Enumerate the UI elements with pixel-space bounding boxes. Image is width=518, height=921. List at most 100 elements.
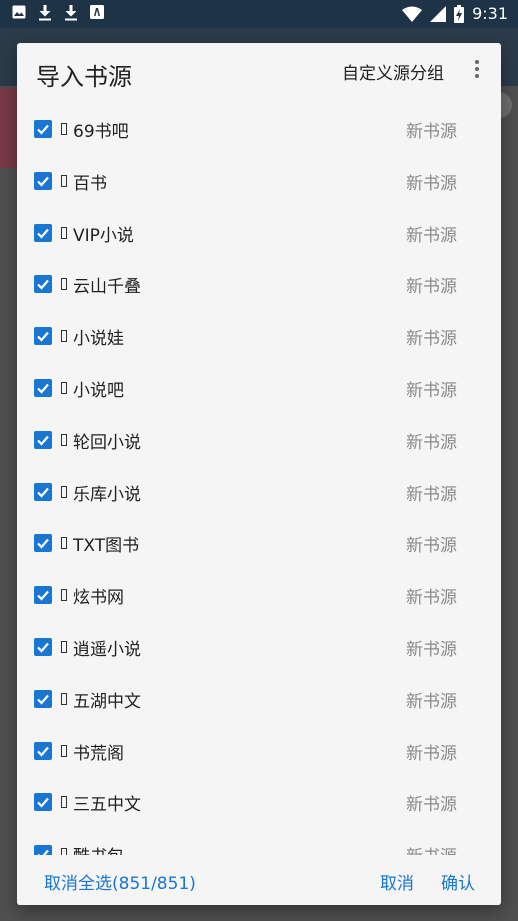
checkbox[interactable] (34, 275, 52, 294)
source-group: 新书源 (406, 743, 457, 764)
source-group: 新书源 (406, 588, 457, 609)
check-icon (37, 280, 49, 291)
missing-glyph-icon (61, 744, 67, 757)
dialog-footer: 取消全选(851/851) 取消 确认 (17, 855, 501, 905)
status-bar-left (12, 5, 104, 21)
checkbox[interactable] (34, 120, 52, 138)
source-group: 新书源 (406, 536, 457, 557)
checkbox[interactable] (34, 638, 52, 656)
source-name: 五湖中文 (73, 691, 141, 712)
list-item[interactable]: 炫书网 新书源 (17, 569, 501, 621)
dialog-header: 导入书源 自定义源分组 (17, 43, 501, 105)
check-icon (37, 642, 49, 653)
source-name: 云山千叠 (73, 277, 141, 298)
check-icon (37, 849, 49, 855)
list-item[interactable]: TXT图书 新书源 (17, 517, 501, 569)
list-item[interactable]: VIP小说 新书源 (17, 207, 501, 259)
missing-glyph-icon (61, 641, 67, 653)
source-group: 新书源 (406, 173, 457, 194)
source-group: 新书源 (406, 842, 457, 855)
list-item[interactable]: 小说吧 新书源 (17, 362, 501, 414)
checkbox[interactable] (34, 223, 52, 242)
check-icon (37, 590, 49, 601)
status-bar-right: 9:31 (402, 4, 508, 23)
more-vert-icon[interactable] (469, 57, 485, 81)
missing-glyph-icon (61, 226, 67, 239)
status-bar: 9:31 (0, 0, 518, 28)
source-name: 乐库小说 (73, 484, 141, 505)
check-icon (37, 539, 49, 550)
background-book-cover (0, 88, 18, 168)
missing-glyph-icon (61, 589, 67, 602)
source-group: 新书源 (406, 381, 457, 401)
signal-icon (430, 5, 447, 22)
source-group: 新书源 (406, 691, 457, 712)
source-name: 三五中文 (73, 795, 141, 816)
checkbox[interactable] (34, 482, 52, 501)
check-icon (37, 746, 49, 757)
confirm-button[interactable]: 确认 (441, 869, 475, 894)
wifi-icon (402, 6, 423, 22)
source-name: 69书吧 (73, 122, 129, 142)
missing-glyph-icon (61, 537, 67, 550)
battery-charging-icon (454, 4, 465, 23)
list-item[interactable]: 三五中文 新书源 (17, 776, 501, 828)
missing-glyph-icon (61, 796, 67, 809)
list-item[interactable]: 69书吧 新书源 (17, 103, 501, 155)
source-name: 百书 (73, 173, 107, 194)
check-icon (37, 798, 49, 809)
source-name: 轮回小说 (73, 432, 141, 453)
checkbox[interactable] (34, 379, 52, 397)
list-item[interactable]: 逍遥小说 新书源 (17, 621, 501, 673)
download-icon (64, 5, 78, 21)
missing-glyph-icon (61, 278, 67, 291)
list-item[interactable]: 小说娃 新书源 (17, 310, 501, 362)
source-name: 炫书网 (73, 588, 124, 609)
checkbox[interactable] (34, 793, 52, 812)
check-icon (37, 331, 49, 342)
source-name: VIP小说 (73, 225, 134, 246)
cancel-button[interactable]: 取消 (380, 869, 414, 894)
source-name: TXT图书 (73, 536, 140, 557)
checkbox[interactable] (34, 689, 52, 708)
checkbox[interactable] (34, 430, 52, 449)
source-group: 新书源 (406, 484, 457, 505)
checkbox[interactable] (34, 327, 52, 346)
source-name: 逍遥小说 (73, 640, 141, 660)
check-icon (37, 176, 49, 187)
image-icon (12, 5, 26, 21)
missing-glyph-icon (61, 174, 67, 187)
list-item[interactable]: 酷书包 新书源 (17, 828, 501, 855)
source-list[interactable]: 69书吧 新书源 百书 新书源 VIP小说 新书源 云山千叠 新书源 小说娃 新书源 小说吧 新书源轮… (17, 103, 501, 855)
custom-group-button[interactable]: 自定义源分组 (342, 59, 444, 84)
checkbox[interactable] (34, 171, 52, 190)
list-item[interactable]: 轮回小说 新书源 (17, 414, 501, 466)
check-icon (37, 124, 49, 135)
a-box-icon (90, 5, 104, 21)
download-icon (38, 5, 52, 21)
list-item[interactable]: 云山千叠 新书源 (17, 258, 501, 310)
list-item[interactable]: 五湖中文 新书源 (17, 673, 501, 725)
checkbox[interactable] (34, 845, 52, 855)
check-icon (37, 228, 49, 239)
checkbox[interactable] (34, 741, 52, 760)
source-group: 新书源 (406, 432, 457, 453)
source-name: 小说吧 (73, 381, 124, 401)
source-name: 书荒阁 (73, 743, 124, 764)
select-all-toggle-button[interactable]: 取消全选(851/851) (44, 869, 196, 894)
check-icon (37, 694, 49, 705)
source-name: 酷书包 (73, 842, 124, 855)
missing-glyph-icon (61, 382, 67, 394)
checkbox[interactable] (34, 534, 52, 553)
source-group: 新书源 (406, 795, 457, 816)
dialog-title: 导入书源 (36, 63, 132, 91)
list-item[interactable]: 百书 新书源 (17, 155, 501, 207)
list-item[interactable]: 书荒阁 新书源 (17, 725, 501, 777)
checkbox[interactable] (34, 586, 52, 605)
missing-glyph-icon (61, 123, 67, 135)
check-icon (37, 487, 49, 498)
source-group: 新书源 (406, 225, 457, 246)
source-group: 新书源 (406, 640, 457, 660)
list-item[interactable]: 乐库小说 新书源 (17, 466, 501, 518)
status-time: 9:31 (472, 4, 508, 23)
